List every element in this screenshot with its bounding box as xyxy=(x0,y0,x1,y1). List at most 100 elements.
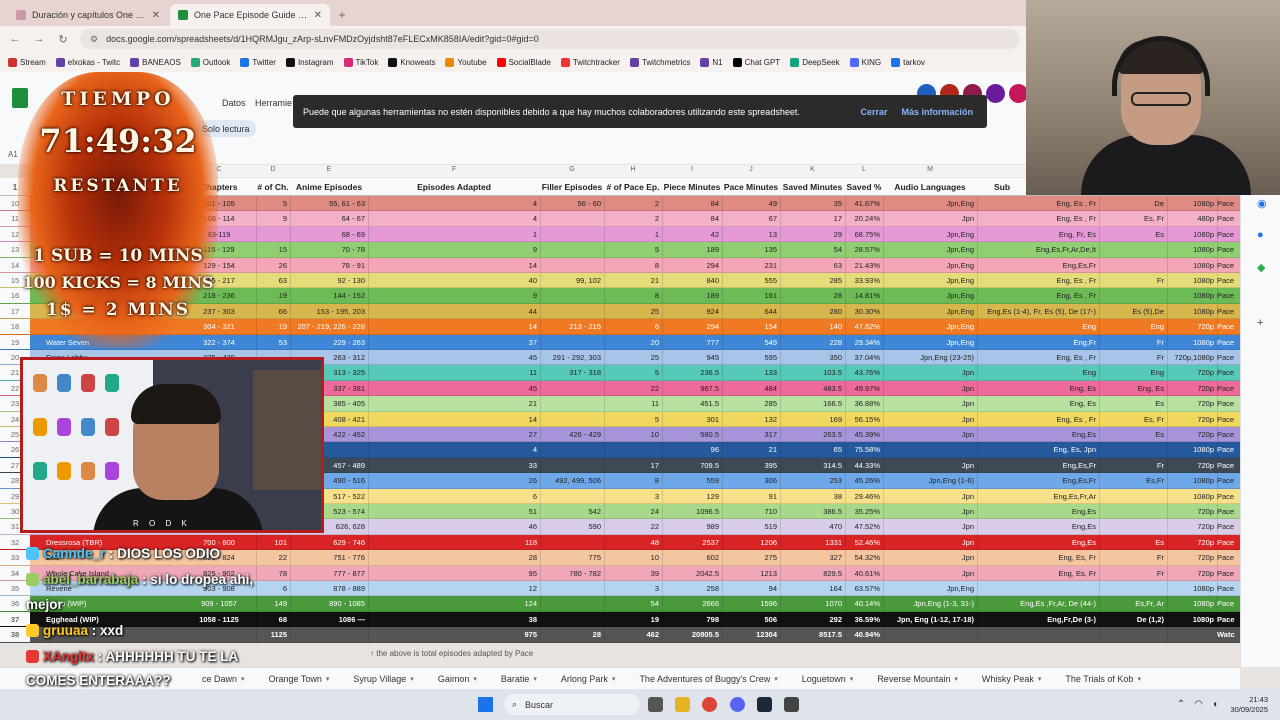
cell-res[interactable]: 1080p xyxy=(1167,307,1217,316)
cell-sp[interactable]: 28.57% xyxy=(845,245,883,254)
cell-nch[interactable]: 9 xyxy=(256,214,290,223)
cell-res[interactable]: 1080p xyxy=(1167,261,1217,270)
cell-sp[interactable]: 41.67% xyxy=(845,199,883,208)
cell-ad[interactable]: 4 xyxy=(368,199,540,208)
dropdown-icon[interactable]: ▾ xyxy=(326,675,330,683)
cell-res[interactable]: 1080p xyxy=(1167,492,1217,501)
cell-fill[interactable]: 28 xyxy=(540,630,604,639)
cell-s2[interactable]: Fr xyxy=(1099,338,1167,347)
cell-sm[interactable]: 263.5 xyxy=(780,430,845,439)
column-header[interactable]: # of Pace Ep. xyxy=(604,182,662,192)
volume-icon[interactable]: ◖ xyxy=(1212,699,1218,710)
cell-sub[interactable]: Eng,Es ,Fr,Ar, De (44-) xyxy=(977,599,1099,608)
bookmark-item[interactable]: N1 xyxy=(700,57,723,67)
cell-sp[interactable]: 43.76% xyxy=(845,368,883,377)
cell-pace[interactable]: 24 xyxy=(604,507,662,516)
cell-pm[interactable]: 129 xyxy=(662,492,722,501)
cell-pace[interactable]: 2 xyxy=(604,199,662,208)
cell-ad[interactable]: 975 xyxy=(368,630,540,639)
cell-pm[interactable]: 945 xyxy=(662,353,722,362)
cell-pace[interactable]: 11 xyxy=(604,399,662,408)
column-letter[interactable]: K xyxy=(780,166,845,173)
cell-s2[interactable]: Fr xyxy=(1099,461,1167,470)
cell-ad[interactable]: 118 xyxy=(368,538,540,547)
cell-pm[interactable]: 580.5 xyxy=(662,430,722,439)
cell-sp[interactable]: 47.52% xyxy=(845,522,883,531)
cell-sp[interactable]: 20.24% xyxy=(845,214,883,223)
cell-pace[interactable]: 22 xyxy=(604,522,662,531)
bookmark-item[interactable]: Outlook xyxy=(190,57,230,67)
cell-ad[interactable]: 26 xyxy=(368,476,540,485)
cell-pace[interactable]: 8 xyxy=(604,261,662,270)
cell-nch[interactable]: 5 xyxy=(256,199,290,208)
close-tab-icon[interactable]: ✕ xyxy=(152,10,160,21)
cell-pace[interactable]: 10 xyxy=(604,553,662,562)
cell-sp[interactable]: 36.59% xyxy=(845,615,883,624)
cell-p[interactable]: Pace xyxy=(1217,553,1240,562)
cell-ad[interactable]: 21 xyxy=(368,399,540,408)
cell-pace[interactable]: 462 xyxy=(604,630,662,639)
cell-fill[interactable]: 780 - 782 xyxy=(540,569,604,578)
cell-pm[interactable]: 2042.5 xyxy=(662,569,722,578)
cell-sub[interactable]: Eng, Es , Fr xyxy=(977,199,1099,208)
cell-sm[interactable]: 166.5 xyxy=(780,399,845,408)
cell-sm[interactable]: 327 xyxy=(780,553,845,562)
cell-ad[interactable]: 9 xyxy=(368,291,540,300)
cell-fill[interactable]: 775 xyxy=(540,553,604,562)
cell-pm[interactable]: 96 xyxy=(662,445,722,454)
cell-pm[interactable]: 42 xyxy=(662,230,722,239)
cell-res[interactable]: 1080p xyxy=(1167,599,1217,608)
cell-pm[interactable]: 294 xyxy=(662,261,722,270)
forward-icon[interactable]: → xyxy=(32,33,46,45)
calculator-icon[interactable] xyxy=(784,697,799,712)
reload-icon[interactable]: ↻ xyxy=(56,33,70,46)
cell-pa[interactable]: 285 xyxy=(722,399,780,408)
cell-sub[interactable]: Eng, Es , Fr xyxy=(977,415,1099,424)
sheet-tab[interactable]: Loguetown ▾ xyxy=(790,674,866,684)
cell-ep[interactable]: 68 - 69 xyxy=(290,230,368,239)
cell-nch[interactable]: 19 xyxy=(256,322,290,331)
cell-pa[interactable]: 484 xyxy=(722,384,780,393)
cell-res[interactable]: 720p xyxy=(1167,569,1217,578)
chevron-up-icon[interactable]: ⌃ xyxy=(1177,699,1185,710)
cell-sp[interactable]: 35.25% xyxy=(845,507,883,516)
cell-sp[interactable]: 21.43% xyxy=(845,261,883,270)
cell-ad[interactable]: 45 xyxy=(368,353,540,362)
cell-pm[interactable]: 2666 xyxy=(662,599,722,608)
cell-pace[interactable]: 5 xyxy=(604,245,662,254)
cell-res[interactable]: 1080p xyxy=(1167,291,1217,300)
menu-datos[interactable]: Datos xyxy=(222,98,246,108)
cell-sp[interactable]: 40.14% xyxy=(845,599,883,608)
cell-au[interactable]: Jpn,Eng xyxy=(883,199,977,208)
sheet-tab[interactable]: Gaimon ▾ xyxy=(426,674,489,684)
column-header[interactable]: Audio Languages xyxy=(883,182,977,192)
cell-nch[interactable]: 53 xyxy=(256,338,290,347)
cell-pace[interactable]: 3 xyxy=(604,584,662,593)
column-header[interactable]: Saved % xyxy=(845,182,883,192)
cell-nch[interactable]: 19 xyxy=(256,291,290,300)
cell-res[interactable]: 1080p xyxy=(1167,584,1217,593)
cell-sm[interactable]: 280 xyxy=(780,307,845,316)
contacts-icon[interactable]: ● xyxy=(1257,229,1264,241)
cell-pa[interactable]: 506 xyxy=(722,615,780,624)
sheet-tab[interactable]: Reverse Mountain ▾ xyxy=(865,674,970,684)
cell-sub[interactable]: Eng,Es,Fr xyxy=(977,261,1099,270)
cell-p[interactable]: Pace xyxy=(1217,384,1240,393)
cell-sm[interactable]: 314.5 xyxy=(780,461,845,470)
cell-ep[interactable]: 207 - 219, 226 - 228 xyxy=(290,322,368,331)
cell-au[interactable]: Jpn,Eng (23-25) xyxy=(883,353,977,362)
toast-close-button[interactable]: Cerrar xyxy=(860,107,887,117)
cell-pa[interactable]: 306 xyxy=(722,476,780,485)
column-letter[interactable]: G xyxy=(540,166,604,173)
cell-sp[interactable]: 30.30% xyxy=(845,307,883,316)
cell-au[interactable]: Jpn xyxy=(883,415,977,424)
cell-pace[interactable]: 54 xyxy=(604,599,662,608)
cell-pa[interactable]: 91 xyxy=(722,492,780,501)
cell-pa[interactable]: 317 xyxy=(722,430,780,439)
cell-pm[interactable]: 777 xyxy=(662,338,722,347)
cell-pa[interactable]: 275 xyxy=(722,553,780,562)
cell-res[interactable]: 720p xyxy=(1167,553,1217,562)
cell-pa[interactable]: 133 xyxy=(722,368,780,377)
column-letter[interactable]: L xyxy=(845,166,883,173)
cell-au[interactable]: Jpn,Eng xyxy=(883,584,977,593)
